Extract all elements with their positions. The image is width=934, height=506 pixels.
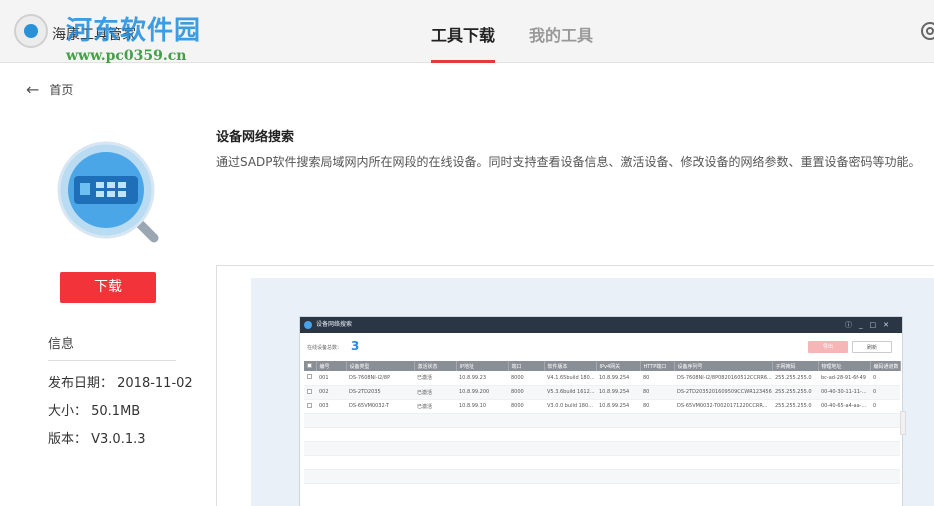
table-header-cell: IPv4网关: [596, 361, 641, 371]
table-cell: DS-65VM0032-T0020171220CCRR...: [674, 399, 772, 414]
table-cell: V5.3.6build 1612...: [544, 385, 596, 400]
table-header-cell: 编码通道数: [870, 361, 901, 371]
tab-tool-download[interactable]: 工具下载: [431, 22, 495, 46]
header-checkbox: [304, 361, 317, 371]
table-header-cell: 软件版本: [544, 361, 597, 371]
refresh-button: 刷新: [852, 341, 892, 353]
watermark-text: 河东软件园: [66, 16, 202, 46]
table-cell: DS-7608NI-I2/8P: [346, 371, 414, 386]
table-header-row: 编号 设备类型 激活状态 IP地址 端口 软件版本 IPv4网关 HTTP端口 …: [304, 361, 901, 371]
title-bar: 海康工具管家 河东软件园 www.pc0359.cn 工具下载 我的工具: [0, 0, 934, 64]
table-header-cell: 物理地址: [818, 361, 871, 371]
table-cell: 80: [640, 399, 674, 414]
table-cell: DS-2TD2035: [346, 385, 414, 400]
sadp-icon: [304, 321, 312, 329]
table-cell: 0: [870, 399, 900, 414]
table-header-cell: IP地址: [456, 361, 509, 371]
table-cell: 255.255.255.0: [772, 399, 818, 414]
active-tab-indicator: [431, 60, 495, 63]
table-cell: V4.1.65build 180...: [544, 371, 596, 386]
table-cell: 0: [870, 385, 900, 400]
table-cell: 10.8.99.254: [596, 399, 640, 414]
empty-row: [304, 427, 900, 442]
table-cell: 已激活: [414, 399, 456, 414]
gear-icon[interactable]: [921, 22, 934, 40]
file-size: 大小： 50.1MB: [48, 404, 141, 419]
table-cell: 已激活: [414, 371, 456, 386]
empty-row: [304, 469, 900, 484]
device-search-tool-icon: [57, 141, 159, 243]
table-cell: 10.8.99.23: [456, 371, 508, 386]
table-cell: 已激活: [414, 385, 456, 400]
table-cell: DS-2TD2035201609509CCWR123456...: [674, 385, 772, 400]
table-cell: bc-ad-28-91-6f-49: [818, 371, 870, 386]
table-cell: 10.8.99.254: [596, 371, 640, 386]
tab-my-tools[interactable]: 我的工具: [529, 22, 593, 46]
version: 版本： V3.0.1.3: [48, 432, 146, 447]
table-cell: 003: [316, 399, 346, 414]
table-cell: 10.8.99.200: [456, 385, 508, 400]
back-to-home-link[interactable]: ← 首页: [26, 80, 73, 99]
table-cell: DS-65VM0032-T: [346, 399, 414, 414]
table-cell: 0: [870, 371, 900, 386]
table-cell: DS-7608NI-I2/8P0820160512CCRR6...: [674, 371, 772, 386]
preview-toolbar: 在线设备总数： 3 导出 刷新: [300, 333, 902, 361]
table-row: 002 DS-2TD2035 已激活 10.8.99.200 8000 V5.3…: [304, 385, 900, 400]
device-count-label: 在线设备总数：: [307, 345, 343, 351]
table-row: 003 DS-65VM0032-T 已激活 10.8.99.10 8000 V3…: [304, 399, 900, 414]
table-cell: 255.255.255.0: [772, 371, 818, 386]
table-cell: 8000: [508, 371, 544, 386]
table-cell: 8000: [508, 399, 544, 414]
row-checkbox: [307, 374, 312, 380]
table-cell: 80: [640, 385, 674, 400]
info-heading: 信息: [48, 337, 75, 352]
table-cell: 10.8.99.254: [596, 385, 640, 400]
row-checkbox: [307, 388, 312, 394]
table-cell: 00-40-65-a4-aa-...: [818, 399, 870, 414]
download-button[interactable]: 下载: [60, 272, 156, 303]
preview-window-title: 设备网络搜索: [316, 321, 353, 328]
table-header-cell: HTTP端口: [640, 361, 675, 371]
publish-date: 发布日期： 2018-11-02: [48, 376, 193, 391]
table-header-cell: 编号: [316, 361, 347, 371]
empty-row: [304, 455, 900, 470]
info-divider: [48, 360, 176, 361]
preview-window-titlebar: 设备网络搜索 ⓘ_□✕: [300, 317, 902, 333]
breadcrumb-home: 首页: [49, 83, 74, 97]
table-cell: 8000: [508, 385, 544, 400]
table-row: 001 DS-7608NI-I2/8P 已激活 10.8.99.23 8000 …: [304, 371, 900, 386]
table-header-cell: 端口: [508, 361, 545, 371]
arrow-left-icon: ←: [26, 80, 40, 99]
device-table: 编号 设备类型 激活状态 IP地址 端口 软件版本 IPv4网关 HTTP端口 …: [304, 361, 901, 484]
app-logo-icon: [14, 14, 48, 48]
table-header-cell: 激活状态: [414, 361, 457, 371]
device-count-value: 3: [351, 339, 360, 353]
table-cell: 80: [640, 371, 674, 386]
empty-row: [304, 413, 900, 428]
row-checkbox: [307, 402, 312, 408]
table-cell: 10.8.99.10: [456, 399, 508, 414]
table-header-cell: 设备类型: [346, 361, 415, 371]
side-panel-handle: [900, 411, 906, 435]
table-cell: V3.0.0 build 180...: [544, 399, 596, 414]
table-header-cell: 子网掩码: [772, 361, 819, 371]
watermark-url: www.pc0359.cn: [66, 48, 187, 64]
export-button: 导出: [808, 341, 848, 353]
table-cell: 001: [316, 371, 346, 386]
table-cell: 255.255.255.0: [772, 385, 818, 400]
window-controls-icon: ⓘ_□✕: [845, 321, 896, 329]
table-header-cell: 设备序列号: [674, 361, 773, 371]
screenshot-preview: 设备网络搜索 ⓘ_□✕ 在线设备总数： 3 导出 刷新 编号 设备类型 激活状态…: [216, 265, 934, 506]
tool-description: 通过SADP软件搜索局域网内所在网段的在线设备。同时支持查看设备信息、激活设备、…: [216, 155, 921, 169]
preview-window: 设备网络搜索 ⓘ_□✕ 在线设备总数： 3 导出 刷新 编号 设备类型 激活状态…: [299, 316, 906, 506]
table-cell: 002: [316, 385, 346, 400]
table-cell: 00-40-30-11-11-...: [818, 385, 870, 400]
empty-row: [304, 441, 900, 456]
tool-name: 设备网络搜索: [216, 130, 295, 145]
